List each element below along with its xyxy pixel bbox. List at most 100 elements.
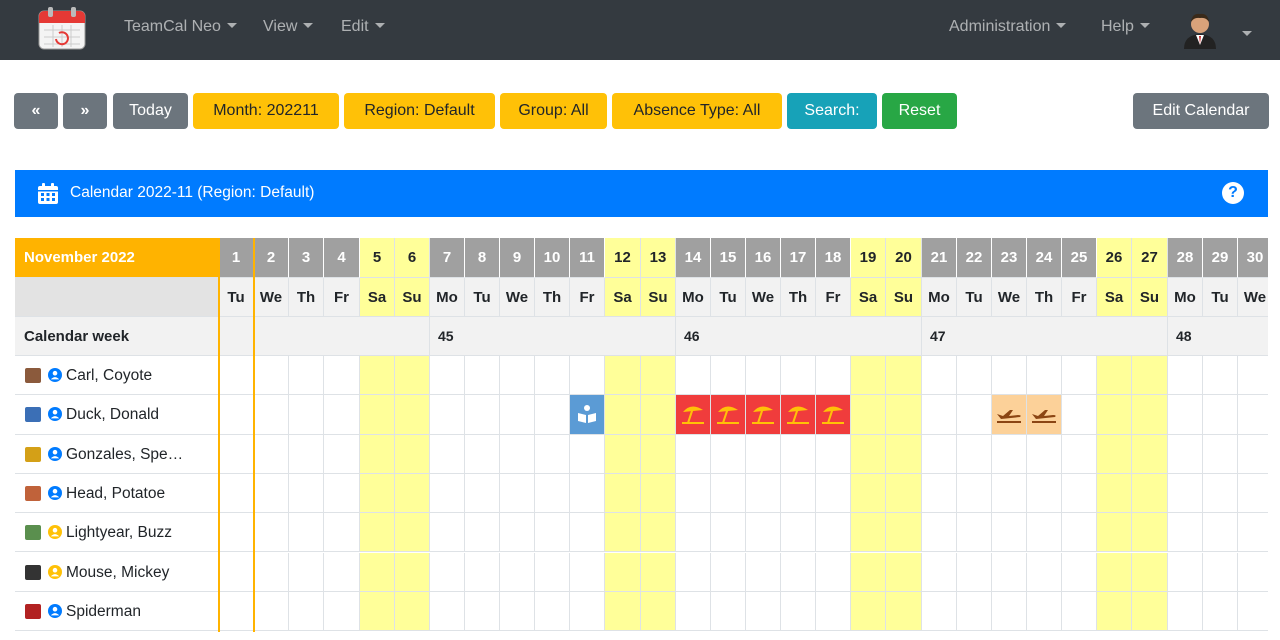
day-cell[interactable]	[816, 434, 851, 474]
day-number-header[interactable]: 3	[289, 238, 324, 278]
day-cell[interactable]	[816, 356, 851, 396]
user-name[interactable]: Duck, Donald	[66, 406, 159, 424]
plane-icon[interactable]	[992, 395, 1027, 435]
day-cell[interactable]	[570, 552, 605, 592]
day-cell[interactable]	[500, 395, 535, 435]
day-cell[interactable]	[886, 591, 922, 632]
day-cell[interactable]	[1132, 356, 1168, 396]
umbrella-beach-icon[interactable]	[711, 395, 746, 435]
day-number-header[interactable]: 6	[395, 238, 430, 278]
day-cell[interactable]	[324, 591, 360, 632]
day-cell[interactable]	[1168, 434, 1203, 474]
day-cell[interactable]	[219, 473, 254, 514]
user-row-label[interactable]: Carl, Coyote	[15, 356, 219, 396]
day-cell[interactable]	[254, 552, 289, 592]
day-cell[interactable]	[465, 356, 500, 396]
day-cell[interactable]	[254, 473, 289, 514]
day-number-header[interactable]: 22	[957, 238, 992, 278]
day-cell[interactable]	[957, 434, 992, 474]
day-number-header[interactable]: 1	[219, 238, 254, 278]
day-number-header[interactable]: 16	[746, 238, 781, 278]
day-cell[interactable]	[641, 473, 676, 514]
day-cell[interactable]	[430, 395, 465, 435]
day-cell[interactable]	[570, 356, 605, 396]
day-cell[interactable]	[922, 473, 957, 514]
day-cell[interactable]	[254, 591, 289, 632]
day-cell[interactable]	[324, 434, 360, 474]
user-row-label[interactable]: Lightyear, Buzz	[15, 513, 219, 553]
day-number-header[interactable]: 7	[430, 238, 465, 278]
day-cell[interactable]	[851, 356, 886, 396]
day-cell[interactable]	[289, 552, 324, 592]
day-cell[interactable]	[1062, 395, 1097, 435]
day-cell[interactable]	[746, 434, 781, 474]
book-reader-icon[interactable]	[570, 395, 605, 435]
day-cell[interactable]	[1203, 395, 1238, 435]
day-cell[interactable]	[746, 591, 781, 632]
day-cell[interactable]	[324, 513, 360, 553]
day-number-header[interactable]: 23	[992, 238, 1027, 278]
day-cell[interactable]	[1168, 513, 1203, 553]
umbrella-beach-icon[interactable]	[676, 395, 711, 435]
day-cell[interactable]	[570, 513, 605, 553]
day-cell[interactable]	[465, 434, 500, 474]
today-button[interactable]: Today	[113, 93, 188, 129]
day-cell[interactable]	[922, 552, 957, 592]
day-cell[interactable]	[1097, 591, 1132, 632]
day-cell[interactable]	[1062, 356, 1097, 396]
day-number-header[interactable]: 25	[1062, 238, 1097, 278]
day-cell[interactable]	[500, 591, 535, 632]
next-month-button[interactable]: »	[63, 93, 107, 129]
day-cell[interactable]	[465, 513, 500, 553]
day-cell[interactable]	[324, 552, 360, 592]
day-number-header[interactable]: 18	[816, 238, 851, 278]
nav-administration-menu[interactable]: Administration	[949, 18, 1067, 36]
day-number-header[interactable]: 14	[676, 238, 711, 278]
day-cell[interactable]	[641, 434, 676, 474]
day-cell[interactable]	[1168, 356, 1203, 396]
previous-month-button[interactable]: «	[14, 93, 58, 129]
day-cell[interactable]	[746, 356, 781, 396]
day-cell[interactable]	[1238, 434, 1268, 474]
day-cell[interactable]	[992, 552, 1027, 592]
day-cell[interactable]	[1203, 473, 1238, 514]
day-cell[interactable]	[1097, 552, 1132, 592]
day-cell[interactable]	[1132, 591, 1168, 632]
day-cell[interactable]	[676, 552, 711, 592]
region-filter-button[interactable]: Region: Default	[344, 93, 495, 129]
day-cell[interactable]	[816, 591, 851, 632]
day-cell[interactable]	[360, 473, 395, 514]
day-cell[interactable]	[851, 552, 886, 592]
day-cell[interactable]	[1132, 552, 1168, 592]
day-cell[interactable]	[605, 434, 641, 474]
day-cell[interactable]	[570, 434, 605, 474]
day-cell[interactable]	[1238, 356, 1268, 396]
day-cell[interactable]	[886, 395, 922, 435]
day-cell[interactable]	[781, 552, 816, 592]
day-cell[interactable]	[641, 356, 676, 396]
day-cell[interactable]	[641, 395, 676, 435]
day-cell[interactable]	[922, 434, 957, 474]
day-cell[interactable]	[1062, 552, 1097, 592]
day-cell[interactable]	[1132, 395, 1168, 435]
absence-type-filter-button[interactable]: Absence Type: All	[612, 93, 782, 129]
day-cell[interactable]	[500, 356, 535, 396]
day-cell[interactable]	[781, 356, 816, 396]
day-cell[interactable]	[605, 552, 641, 592]
day-cell[interactable]	[676, 473, 711, 514]
day-cell[interactable]	[711, 356, 746, 396]
day-cell[interactable]	[430, 591, 465, 632]
day-cell[interactable]	[676, 591, 711, 632]
day-number-header[interactable]: 19	[851, 238, 886, 278]
day-cell[interactable]	[1097, 473, 1132, 514]
day-cell[interactable]	[886, 434, 922, 474]
day-number-header[interactable]: 5	[360, 238, 395, 278]
day-cell[interactable]	[816, 473, 851, 514]
user-menu-toggle[interactable]	[1236, 26, 1252, 44]
day-cell[interactable]	[500, 434, 535, 474]
day-cell[interactable]	[254, 434, 289, 474]
day-cell[interactable]	[289, 513, 324, 553]
month-filter-button[interactable]: Month: 202211	[193, 93, 339, 129]
day-cell[interactable]	[1168, 395, 1203, 435]
day-cell[interactable]	[395, 591, 430, 632]
